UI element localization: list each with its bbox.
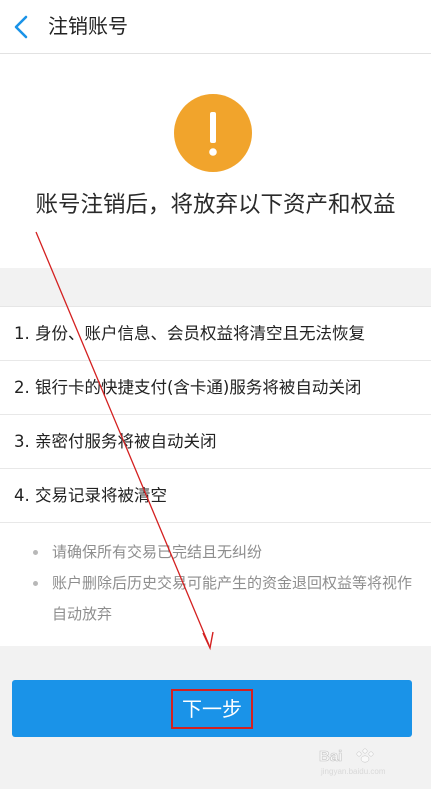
consequence-list: 1. 身份、账户信息、会员权益将清空且无法恢复 2. 银行卡的快捷支付(含卡通)…	[0, 306, 431, 646]
top-nav-bar: 注销账号	[0, 0, 431, 54]
exclamation-mark-glyph	[209, 112, 217, 156]
consequence-item-4: 4. 交易记录将被清空	[0, 469, 431, 523]
next-step-label: 下一步	[171, 688, 253, 729]
watermark-logo: Bai	[319, 748, 342, 765]
note-text: 请确保所有交易已完结且无纠纷	[52, 543, 263, 561]
exclamation-icon	[174, 94, 252, 172]
consequence-item-1: 1. 身份、账户信息、会员权益将清空且无法恢复	[0, 307, 431, 361]
watermark-site: jingyan.baidu.com	[320, 767, 386, 776]
baidu-watermark: Bai jingyan.baidu.com	[319, 748, 386, 776]
next-step-button[interactable]: 下一步	[12, 680, 412, 737]
consequence-item-2: 2. 银行卡的快捷支付(含卡通)服务将被自动关闭	[0, 361, 431, 415]
note-item: 请确保所有交易已完结且无纠纷	[0, 537, 421, 568]
bullet-dot-icon	[33, 550, 38, 555]
chevron-left-icon[interactable]	[12, 14, 32, 40]
warning-title: 账号注销后，将放弃以下资产和权益	[35, 192, 396, 218]
page-title: 注销账号	[48, 14, 128, 38]
consequence-item-3: 3. 亲密付服务将被自动关闭	[0, 415, 431, 469]
warning-hero: 账号注销后，将放弃以下资产和权益	[0, 54, 431, 268]
bullet-dot-icon	[33, 581, 38, 586]
note-text: 账户删除后历史交易可能产生的资金退回权益等将视作自动放弃	[52, 574, 413, 623]
notes-list: 请确保所有交易已完结且无纠纷 账户删除后历史交易可能产生的资金退回权益等将视作自…	[0, 523, 431, 646]
note-item: 账户删除后历史交易可能产生的资金退回权益等将视作自动放弃	[0, 568, 421, 630]
